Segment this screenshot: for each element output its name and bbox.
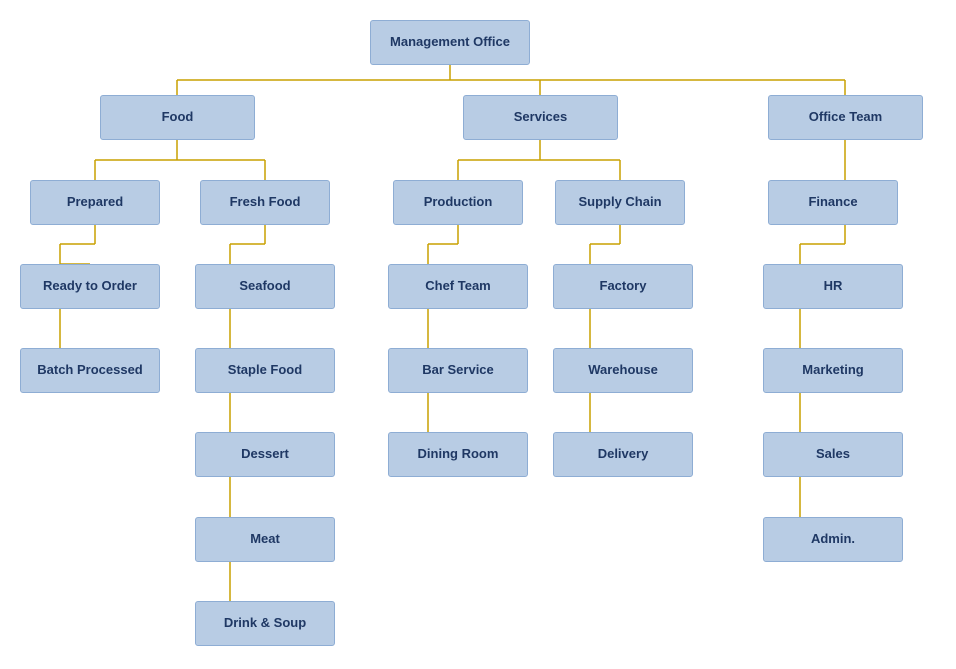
- meat-node: Meat: [195, 517, 335, 562]
- bar-service-node: Bar Service: [388, 348, 528, 393]
- services-node: Services: [463, 95, 618, 140]
- staple-food-node: Staple Food: [195, 348, 335, 393]
- marketing-node: Marketing: [763, 348, 903, 393]
- management-office-node: Management Office: [370, 20, 530, 65]
- batch-processed-node: Batch Processed: [20, 348, 160, 393]
- warehouse-node: Warehouse: [553, 348, 693, 393]
- fresh-food-node: Fresh Food: [200, 180, 330, 225]
- delivery-node: Delivery: [553, 432, 693, 477]
- office-team-node: Office Team: [768, 95, 923, 140]
- sales-node: Sales: [763, 432, 903, 477]
- dessert-node: Dessert: [195, 432, 335, 477]
- dining-room-node: Dining Room: [388, 432, 528, 477]
- supply-chain-node: Supply Chain: [555, 180, 685, 225]
- factory-node: Factory: [553, 264, 693, 309]
- drink-soup-node: Drink & Soup: [195, 601, 335, 646]
- hr-node: HR: [763, 264, 903, 309]
- prepared-node: Prepared: [30, 180, 160, 225]
- org-chart: Management Office Food Services Office T…: [0, 0, 956, 40]
- food-node: Food: [100, 95, 255, 140]
- seafood-node: Seafood: [195, 264, 335, 309]
- chef-team-node: Chef Team: [388, 264, 528, 309]
- ready-to-order-node: Ready to Order: [20, 264, 160, 309]
- production-node: Production: [393, 180, 523, 225]
- admin-node: Admin.: [763, 517, 903, 562]
- finance-node: Finance: [768, 180, 898, 225]
